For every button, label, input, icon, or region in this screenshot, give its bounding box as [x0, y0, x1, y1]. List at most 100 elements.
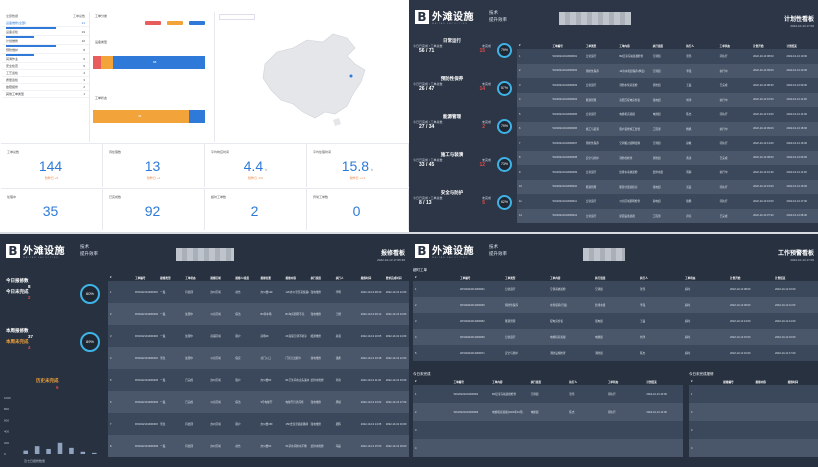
repair-bar[interactable] [46, 448, 51, 454]
column-header[interactable]: 工单编号 [133, 274, 158, 281]
category-list-item[interactable]: 润滑作业 6 [2, 56, 89, 63]
stat-card[interactable]: 处理中 35 [1, 188, 103, 230]
table-row[interactable]: 4 WO20221012000060 日常运行 电梯机房巡视 电梯组 刘洋 超时 2022-1… [413, 329, 818, 345]
table-row[interactable]: 3 [689, 421, 818, 439]
table-row[interactable]: 1 WO20221012000031 日常运行 空调系统巡检 空调组 张伟 超时 2022-1… [413, 281, 818, 297]
table-row[interactable]: 1 [689, 385, 818, 403]
column-header[interactable]: 报修区域 [208, 274, 233, 281]
table-row[interactable]: 1 WO20221013000001 B2层冷冻站巡视检查 空调组 张伟 待执行 2022-… [413, 385, 683, 403]
stat-card[interactable]: 异常工单数 0 [307, 188, 409, 230]
repair-bar[interactable] [80, 451, 86, 454]
column-header[interactable]: 工单内容 [490, 378, 529, 385]
column-header[interactable]: 计划开始 [728, 274, 773, 281]
stacked-bar-2[interactable]: 46 [93, 110, 205, 123]
column-header[interactable]: 工单内容 [548, 274, 593, 281]
table-row[interactable]: 3 RX20221013000003 一般 处理中 商铺区域 租户 商场2F 2F商铺空调不制… [108, 325, 409, 347]
table-row[interactable]: 5 WO20221013000005 日常运行 电梯机房巡视 电梯组 陈杰 待执行 2022-… [517, 107, 818, 122]
table-row[interactable]: 2 [689, 403, 818, 421]
table-row[interactable]: 7 WO20221013000007 预防性保养 空调箱过滤网更换 空调组 赵敏 待执行 20… [517, 136, 818, 151]
table-row[interactable]: 12 WO20221013000012 日常运行 屋面设备巡视 工程部 孙亮 已完成 2022… [517, 208, 818, 223]
plan-section[interactable]: 安全与防护 今日已完成 / 工单总数 未完成 8 / 13 5 [413, 190, 491, 206]
repair-bar[interactable] [23, 450, 28, 454]
category-list-item[interactable]: 工艺巡检 4 [2, 70, 89, 77]
table-row[interactable]: 2 RX20221013000002 一般 处理中 公共区域 保洁 B1停车场 B1车库照明不… [108, 303, 409, 325]
category-list-item[interactable]: 设备维修(全部) 21 [2, 20, 89, 27]
column-header[interactable]: 工单类型 [584, 42, 617, 49]
column-header[interactable]: # [413, 378, 452, 385]
column-header[interactable]: 执行人 [567, 378, 606, 385]
table-row[interactable]: 11 WO20221013000011 日常运行 公共区域照明检查 弱电组 徐鹏 待执行 20… [517, 194, 818, 209]
stat-card[interactable]: 待处理数 13 较昨日 +1 [103, 143, 205, 187]
column-header[interactable]: 报修位置 [258, 274, 283, 281]
table-row[interactable]: 3 WO20221013000003 日常运行 消防水泵房巡检 消防组 王磊 已完成 2022… [517, 78, 818, 93]
plan-section[interactable]: 能源管理 今日已完成 / 工单总数 未完成 27 / 34 2 [413, 114, 491, 130]
table-row[interactable]: 10 WO20221013000010 能源管理 能源计量表核对 强电组 吴昊 待执行 202… [517, 179, 818, 194]
column-header[interactable]: # [108, 274, 133, 281]
column-header[interactable]: 计划开始 [751, 42, 784, 49]
map-search-input[interactable] [219, 14, 255, 20]
china-map[interactable] [214, 12, 407, 142]
legend-processing[interactable] [167, 21, 183, 25]
column-header[interactable]: # [517, 42, 550, 49]
column-header[interactable]: 执行人 [684, 42, 717, 49]
column-header[interactable]: 报修类型 [158, 274, 183, 281]
category-list-item[interactable]: 故障报修 2 [2, 84, 89, 91]
table-row[interactable]: 9 WO20221013000009 日常运行 给排水系统巡检 给排水组 周静 执行中 202… [517, 165, 818, 180]
stat-card[interactable]: 工单总数 144 较昨日 +5 [1, 143, 103, 187]
category-list-item[interactable]: 预防维护 8 [2, 47, 89, 54]
column-header[interactable]: 工单状态 [683, 274, 728, 281]
column-header[interactable]: 报修人/班组 [233, 274, 258, 281]
column-header[interactable]: 执行班组 [593, 274, 638, 281]
stat-card[interactable]: 超时工单数 2 [205, 188, 307, 230]
table-row[interactable]: 1 RX20221013000001 一般 待处理 办公区域 前台 办公楼12F 12F办公室… [108, 281, 409, 303]
category-list-item[interactable]: 质量巡检 3 [2, 77, 89, 84]
column-header[interactable]: 工单内容 [617, 42, 650, 49]
column-header[interactable]: 报修时间 [359, 274, 384, 281]
table-row[interactable]: 6 RX20221013000006 一般 已完成 公共区域 保洁 3号电梯厅 电梯厅灯具闪烁… [108, 391, 409, 413]
column-header[interactable]: 报修编号 [721, 378, 753, 385]
table-row[interactable]: 2 WO20221013000002 预防性保养 1#冷水机组保养(季度) 空调组 李强执… [517, 63, 818, 78]
stat-card[interactable]: 平均响应时间 4.4 h 较昨日 -0.6 [205, 143, 307, 187]
column-header[interactable]: 计划结束 [644, 378, 683, 385]
column-header[interactable]: # [413, 274, 458, 281]
column-header[interactable]: 工单状态 [718, 42, 751, 49]
column-header[interactable]: 工单状态 [183, 274, 208, 281]
column-header[interactable]: # [689, 378, 721, 385]
column-header[interactable]: 要求完成时间 [384, 274, 409, 281]
legend-done[interactable] [189, 21, 205, 25]
repair-bar[interactable] [92, 452, 97, 454]
repair-bar[interactable] [69, 447, 74, 454]
category-list-item[interactable]: 其他工单类型 1 [2, 91, 89, 98]
table-row[interactable]: 1 WO20221013000001 日常运行 B2层冷冻站巡视检查 空调组 张伟 待执行 2… [517, 49, 818, 64]
repair-bar[interactable] [34, 446, 40, 454]
table-row[interactable]: 5 WO20221012000071 安全与防护 消防设施检查 消防组 陈杰 超时 2022-… [413, 345, 818, 361]
plan-section[interactable]: 日常运行 今日已完成 / 工单总数 未完成 56 / 71 15 [413, 38, 491, 54]
table-row[interactable]: 4 WO20221013000004 能源管理 高低压配电房抄表 强电组 刘洋 执行中 202… [517, 92, 818, 107]
legend-pending[interactable] [145, 21, 161, 25]
stacked-bar-1[interactable]: 68 [93, 56, 205, 69]
column-header[interactable]: 执行人 [334, 274, 359, 281]
column-header[interactable]: 执行班组 [529, 378, 568, 385]
stat-card[interactable]: 平均处理时间 15.8 h 较昨日 +1.1 [307, 143, 409, 187]
column-header[interactable]: 报修时间 [786, 378, 818, 385]
column-header[interactable]: 执行班组 [651, 42, 684, 49]
table-row[interactable]: 5 RX20221013000005 一般 已完成 办公区域 租户 办公楼8F 8F卫生间水龙… [108, 369, 409, 391]
table-row[interactable]: 6 WO20221013000006 施工与装潢 租户装修施工监管 工程部 杨帆 执行中 20… [517, 121, 818, 136]
plan-section[interactable]: 施工与装潢 今日已完成 / 工单总数 未完成 33 / 45 12 [413, 152, 491, 168]
table-row[interactable]: 8 RX20221013000008 一般 待处理 办公区域 前台 办公楼5F 5F茶水间排水… [108, 435, 409, 457]
column-header[interactable]: 计划结束 [773, 274, 818, 281]
column-header[interactable]: 报修内容 [284, 274, 309, 281]
column-header[interactable]: 计划结束 [785, 42, 818, 49]
column-header[interactable]: 执行人 [638, 274, 683, 281]
column-header[interactable]: 工单编号 [452, 378, 491, 385]
column-header[interactable]: 工单编号 [550, 42, 583, 49]
column-header[interactable]: 工单类型 [503, 274, 548, 281]
table-row[interactable]: 4 RX20221013000004 紧急 处理中 公共区域 保安 北门入口 门禁无法刷卡 弱电… [108, 347, 409, 369]
table-row[interactable]: 8 WO20221013000008 安全与防护 消防栓检查 消防组 黄涛 已完成 2022-… [517, 150, 818, 165]
category-list-item[interactable]: 设备点检 19 [2, 29, 89, 36]
plan-section[interactable]: 预防性保养 今日已完成 / 工单总数 未完成 26 / 47 14 [413, 76, 491, 92]
stat-card[interactable]: 已完成数 92 [103, 188, 205, 230]
column-header[interactable]: 执行班组 [309, 274, 334, 281]
table-row[interactable]: 2 WO20221012000045 预防性保养 水泵保养(月度) 给排水组 李强 超时 20… [413, 297, 818, 313]
category-list-item[interactable]: 计划维修 16 [2, 38, 89, 45]
